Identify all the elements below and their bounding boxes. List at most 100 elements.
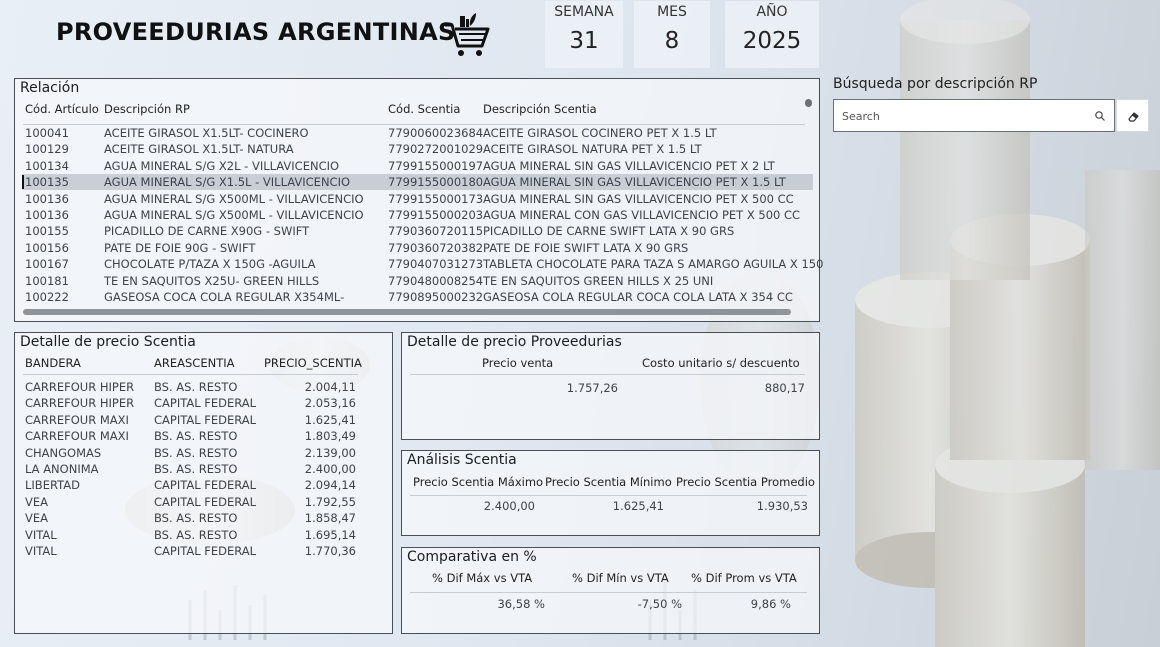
table-cell: CHANGOMAS — [25, 445, 102, 460]
table-cell: VITAL — [25, 544, 57, 558]
table-cell: 7799155000173 — [388, 191, 484, 206]
table-cell: CARREFOUR HIPER — [25, 396, 135, 411]
table-cell: VEA — [25, 494, 48, 509]
col-header-precio-venta[interactable]: Precio venta — [482, 356, 553, 370]
table-cell: PATE DE FOIE SWIFT LATA X 90 GRS — [483, 240, 689, 255]
table-row[interactable]: 100155 PICADILLO DE CARNE X90G - SWIFT 779… — [22, 223, 813, 239]
col-header-precio-scentia[interactable]: PRECIO_SCENTIA — [264, 356, 362, 370]
table-row[interactable]: 100136 AGUA MINERAL S/G X500ML - VILLAVIC… — [22, 207, 813, 223]
table-cell: 7799155000203 — [388, 208, 484, 222]
col-header-cod-articulo[interactable]: Cód. Artículo — [25, 102, 99, 116]
table-cell: 7790360720382 — [388, 240, 484, 255]
table-cell: ACEITE GIRASOL X1.5LT- NATURA — [104, 142, 294, 157]
table-cell: 100129 — [25, 142, 69, 157]
eraser-icon — [1128, 112, 1139, 122]
table-cell: CAPITAL FEDERAL — [154, 478, 257, 493]
table-cell: 7790060023684 — [388, 126, 484, 140]
kpi-semana-value: 31 — [569, 28, 599, 54]
table-row[interactable]: 100136 AGUA MINERAL S/G X500ML - VILLAVIC… — [22, 191, 813, 207]
table-row[interactable]: 100156 PATE DE FOIE 90G - SWIFT 7790360720… — [22, 240, 813, 256]
col-header-bandera[interactable]: BANDERA — [25, 356, 81, 370]
table-row[interactable]: 100181 TE EN SAQUITOS X25U- GREEN HILLS 77… — [22, 273, 813, 289]
table-cell: AGUA MINERAL S/G X500ML - VILLAVICENCIO — [104, 208, 364, 222]
table-row[interactable]: 100129 ACEITE GIRASOL X1.5LT- NATURA 77902… — [22, 141, 813, 157]
table-cell: LA ANONIMA — [25, 462, 99, 476]
search-label: Búsqueda por descripción RP — [833, 76, 1038, 92]
relacion-table-panel: Relación Cód. Artículo Descripción RP Có… — [14, 78, 823, 322]
table-row[interactable]: 100135 AGUA MINERAL S/G X1.5L - VILLAVICE… — [22, 174, 813, 191]
table-cell: 100134 — [25, 158, 69, 173]
table-cell: TABLETA CHOCOLATE PARA TAZA S AMARGO AGU… — [483, 257, 824, 272]
col-header-areascentia[interactable]: AREASCENTIA — [154, 356, 234, 370]
page-title: PROVEEDURIAS ARGENTINAS — [56, 18, 456, 46]
table-row[interactable]: 100134 AGUA MINERAL S/G X2L - VILLAVICENC… — [22, 158, 813, 174]
table-cell: 7790360720115 — [388, 224, 484, 239]
table-cell: 100181 — [25, 273, 69, 288]
table-cell: LIBERTAD — [25, 478, 80, 493]
table-row[interactable]: 100167 CHOCOLATE P/TAZA X 150G -AGUILA 779… — [22, 256, 823, 272]
table-cell: CARREFOUR MAXI — [25, 412, 129, 427]
precio-cell: 1.858,47 — [304, 511, 356, 526]
table-cell: 100156 — [25, 240, 69, 255]
kpi-semana: SEMANA 31 — [545, 1, 623, 68]
col-header-precio-minimo[interactable]: Precio Scentia Mínimo — [545, 475, 672, 489]
kpi-anio-value: 2025 — [742, 28, 802, 54]
detalle-proveedurias-title: Detalle de precio Proveedurias — [407, 334, 622, 350]
table-cell: AGUA MINERAL SIN GAS VILLAVICENCIO PET X… — [483, 175, 786, 190]
precio-cell: 2.053,16 — [304, 396, 356, 411]
table-cell: PICADILLO DE CARNE X90G - SWIFT — [104, 224, 310, 239]
table-cell: BS. AS. RESTO — [154, 527, 238, 542]
col-header-descripcion-rp[interactable]: Descripción RP — [104, 102, 190, 116]
table-cell: CARREFOUR MAXI — [25, 429, 129, 444]
table-cell: ACEITE GIRASOL NATURA PET X 1.5 LT — [483, 142, 702, 157]
table-cell: 7799155000180 — [388, 175, 484, 190]
costo-unitario-value: 880,17 — [764, 381, 805, 395]
table-cell: BS. AS. RESTO — [154, 445, 238, 460]
dif-max-value: 36,58 % — [497, 597, 545, 611]
table-cell: 7790407031273 — [388, 257, 484, 272]
table-cell: 100041 — [25, 126, 69, 140]
table-cell: ACEITE GIRASOL COCINERO PET X 1.5 LT — [483, 126, 717, 140]
clear-search-button[interactable] — [1116, 99, 1149, 132]
detalle-scentia-panel: Detalle de precio Scentia BANDERA AREASC… — [14, 332, 393, 634]
table-cell: GASEOSA COLA REGULAR COCA COLA LATA X 35… — [483, 290, 793, 304]
selected-row-marker — [22, 175, 24, 190]
table-cell: AGUA MINERAL SIN GAS VILLAVICENCIO PET X… — [483, 191, 794, 206]
vertical-scrollbar[interactable] — [805, 99, 812, 107]
precio-promedio-value: 1.930,53 — [756, 499, 808, 513]
table-cell: 7790480008254 — [388, 273, 484, 288]
search-input[interactable] — [842, 108, 1082, 124]
table-cell: 100222 — [25, 290, 69, 304]
kpi-mes-label: MES — [657, 4, 687, 20]
table-cell: AGUA MINERAL SIN GAS VILLAVICENCIO PET X… — [483, 158, 775, 173]
precio-cell: 1.803,49 — [304, 429, 356, 444]
table-cell: ACEITE GIRASOL X1.5LT- COCINERO — [104, 126, 309, 140]
table-cell: TE EN SAQUITOS X25U- GREEN HILLS — [104, 273, 320, 288]
col-header-precio-maximo[interactable]: Precio Scentia Máximo — [413, 475, 543, 489]
precio-cell: 2.004,11 — [304, 380, 356, 394]
col-header-costo-unitario[interactable]: Costo unitario s/ descuento — [642, 356, 800, 370]
col-header-precio-promedio[interactable]: Precio Scentia Promedio — [676, 475, 815, 489]
horizontal-scrollbar[interactable] — [23, 309, 791, 315]
search-icon[interactable] — [1094, 110, 1106, 122]
relacion-title: Relación — [20, 80, 80, 96]
col-header-dif-max[interactable]: % Dif Máx vs VTA — [432, 571, 532, 585]
col-header-dif-min[interactable]: % Dif Mín vs VTA — [572, 571, 669, 585]
dif-min-value: -7,50 % — [637, 597, 682, 611]
table-cell: CAPITAL FEDERAL — [154, 412, 257, 427]
search-box — [833, 99, 1115, 132]
table-row[interactable]: 100041 ACEITE GIRASOL X1.5LT- COCINERO 779… — [22, 125, 813, 141]
kpi-anio-label: AÑO — [756, 4, 788, 20]
col-header-descripcion-scentia[interactable]: Descripción Scentia — [483, 102, 597, 116]
kpi-mes: MES 8 — [634, 1, 710, 68]
table-cell: 100136 — [25, 191, 69, 206]
precio-minimo-value: 1.625,41 — [612, 499, 664, 513]
table-row[interactable]: 100222 GASEOSA COCA COLA REGULAR X354ML- 7… — [22, 289, 813, 305]
analisis-scentia-title: Análisis Scentia — [407, 452, 517, 468]
table-cell: 7790895000232 — [388, 290, 484, 304]
table-cell: CAPITAL FEDERAL — [154, 396, 257, 411]
table-cell: AGUA MINERAL CON GAS VILLAVICENCIO PET X… — [483, 208, 801, 222]
search-section: Búsqueda por descripción RP — [833, 76, 1149, 136]
col-header-dif-prom[interactable]: % Dif Prom vs VTA — [691, 571, 797, 585]
col-header-cod-scentia[interactable]: Cód. Scentia — [388, 102, 460, 116]
